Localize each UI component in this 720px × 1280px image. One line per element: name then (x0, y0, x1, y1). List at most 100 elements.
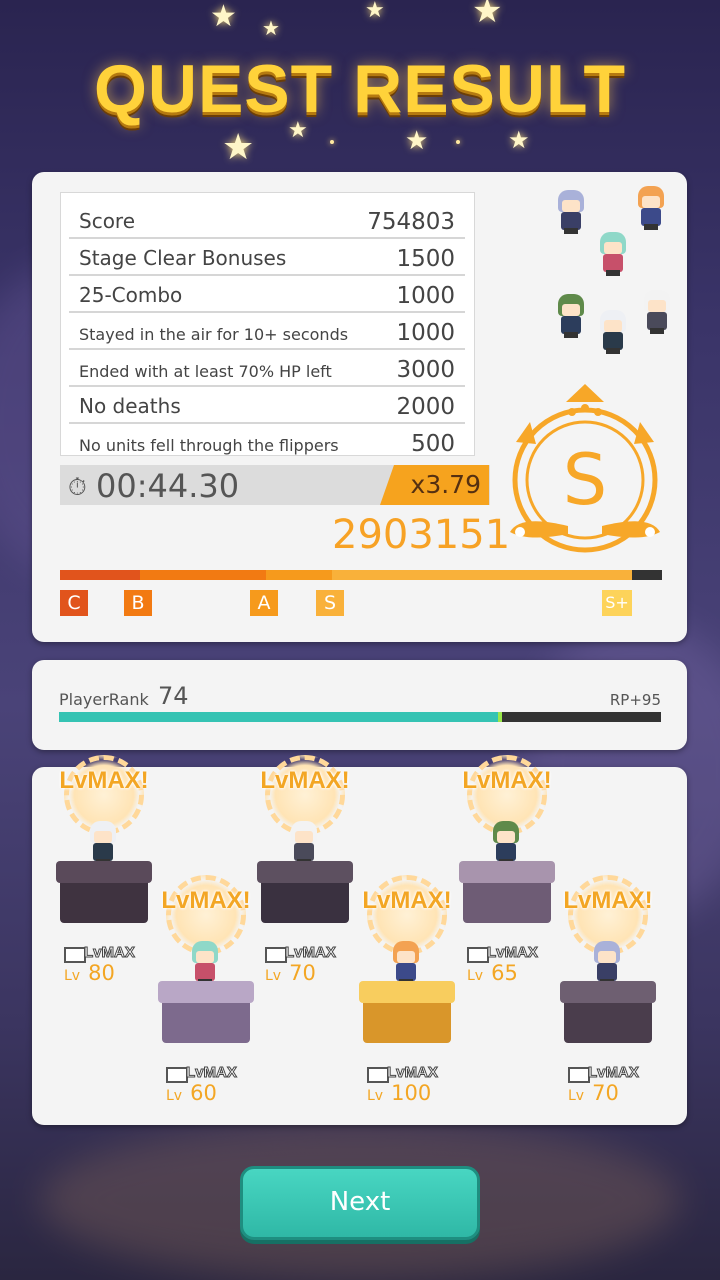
score-row-value: 3000 (396, 357, 455, 383)
units-panel: LvMAX! LvMAX Lv 80 LvMAX! LvMAX Lv 60 Lv… (32, 755, 687, 1125)
party-sprites (512, 172, 674, 354)
lvmax-badge: LvMAX (64, 944, 148, 963)
unit-card[interactable]: LvMAX! LvMAX Lv 65 (457, 755, 557, 1005)
lvmax-badge-text: LvMAX (84, 944, 136, 962)
lvmax-badge-text: LvMAX (387, 1064, 439, 1082)
party-member-sprite (554, 190, 588, 234)
party-member-sprite (634, 186, 668, 230)
grade-tag: C (60, 590, 88, 616)
score-row: Stayed in the air for 10+ seconds 1000 (69, 312, 465, 350)
score-row-label: 25-Combo (79, 283, 183, 307)
grade-progress-bar (60, 570, 662, 580)
unit-pedestal (359, 981, 455, 1043)
grade-tag: B (124, 590, 152, 616)
score-row-label: Ended with at least 70% HP left (79, 362, 332, 381)
unit-level-value: 70 (592, 1081, 619, 1105)
next-button[interactable]: Next (240, 1166, 480, 1240)
unit-level-word: Lv (568, 1088, 585, 1104)
unit-level-value: 70 (289, 961, 316, 985)
rp-progress-bar (59, 712, 661, 722)
unit-sprite (188, 941, 222, 985)
score-row-label: Stage Clear Bonuses (79, 246, 287, 270)
unit-level-value: 100 (391, 1081, 432, 1105)
lvmax-badge-text: LvMAX (186, 1064, 238, 1082)
score-table: Score 754803 Stage Clear Bonuses 1500 25-Com… (60, 192, 475, 459)
score-row-label: No units fell through the flippers (79, 436, 339, 455)
unit-level: Lv 60 (166, 1081, 217, 1105)
star-icon: ★ (262, 16, 280, 40)
lvmax-badge: LvMAX (568, 1064, 652, 1083)
unit-level: Lv 65 (467, 961, 518, 985)
player-rank-panel: PlayerRank 74 RP+95 (32, 660, 687, 750)
score-row: No units fell through the flippers 500 (69, 423, 465, 459)
grade-segment (266, 570, 332, 580)
rank-emblem: S (510, 384, 660, 553)
lvmax-badge-text: LvMAX (285, 944, 337, 962)
score-row: Ended with at least 70% HP left 3000 (69, 349, 465, 387)
grade-segment (140, 570, 266, 580)
unit-level-word: Lv (64, 968, 81, 984)
unit-pedestal (560, 981, 656, 1043)
star-icon: ★ (472, 0, 503, 31)
next-button-label: Next (329, 1187, 391, 1217)
clear-time: 00:44.30 (96, 467, 240, 505)
star-icon: ★ (210, 0, 237, 34)
unit-sprite (287, 821, 321, 865)
unit-level-word: Lv (265, 968, 282, 984)
unit-pedestal (56, 861, 152, 923)
unit-sprite (389, 941, 423, 985)
score-row-value: 754803 (367, 209, 455, 235)
score-multiplier: x3.79 (380, 465, 489, 505)
page-title: QUEST RESULT (93, 51, 627, 127)
party-member-sprite (596, 232, 630, 276)
unit-level: Lv 80 (64, 961, 115, 985)
multiplier-value: x3.79 (410, 470, 481, 499)
score-row-value: 1000 (396, 320, 455, 346)
lvmax-burst: LvMAX! (59, 767, 149, 794)
lvmax-badge-text: LvMAX (487, 944, 539, 962)
rank-grade-letter: S (563, 439, 607, 521)
unit-sprite (590, 941, 624, 985)
grade-tag: S+ (602, 590, 632, 616)
unit-sprite (86, 821, 120, 865)
unit-level-word: Lv (166, 1088, 183, 1104)
star-icon: ★ (365, 0, 385, 23)
unit-level-value: 60 (190, 1081, 217, 1105)
unit-card[interactable]: LvMAX! LvMAX Lv 60 (156, 875, 256, 1125)
party-member-sprite (640, 290, 674, 334)
rp-gain: RP+95 (609, 691, 661, 709)
lvmax-burst: LvMAX! (563, 887, 653, 914)
score-row-label: Stayed in the air for 10+ seconds (79, 325, 349, 344)
unit-level-value: 65 (491, 961, 518, 985)
unit-level: Lv 100 (367, 1081, 431, 1105)
score-row-value: 1500 (396, 246, 455, 272)
unit-level-value: 80 (88, 961, 115, 985)
unit-card[interactable]: LvMAX! LvMAX Lv 100 (357, 875, 457, 1125)
lvmax-badge: LvMAX (467, 944, 551, 963)
player-rank-value: 74 (158, 682, 189, 710)
score-row: Stage Clear Bonuses 1500 (69, 238, 465, 276)
sparkle (330, 140, 334, 144)
grade-segment (60, 570, 140, 580)
party-member-sprite (554, 294, 588, 338)
unit-level-word: Lv (467, 968, 484, 984)
sparkle (456, 140, 460, 144)
rp-progress-tip (498, 712, 502, 722)
score-row: 25-Combo 1000 (69, 275, 465, 313)
lvmax-badge: LvMAX (265, 944, 349, 963)
lvmax-badge: LvMAX (166, 1064, 250, 1083)
lvmax-burst: LvMAX! (362, 887, 452, 914)
lvmax-burst: LvMAX! (260, 767, 350, 794)
lvmax-burst: LvMAX! (161, 887, 251, 914)
score-row-label: No deaths (79, 394, 181, 418)
lvmax-badge-text: LvMAX (588, 1064, 640, 1082)
unit-card[interactable]: LvMAX! LvMAX Lv 70 (558, 875, 658, 1125)
unit-card[interactable]: LvMAX! LvMAX Lv 70 (255, 755, 355, 1005)
unit-level: Lv 70 (568, 1081, 619, 1105)
unit-card[interactable]: LvMAX! LvMAX Lv 80 (54, 755, 154, 1005)
unit-level-word: Lv (367, 1088, 384, 1104)
party-member-sprite (596, 310, 630, 354)
star-icon: ★ (222, 127, 255, 168)
score-row-value: 500 (411, 431, 455, 457)
unit-level: Lv 70 (265, 961, 316, 985)
